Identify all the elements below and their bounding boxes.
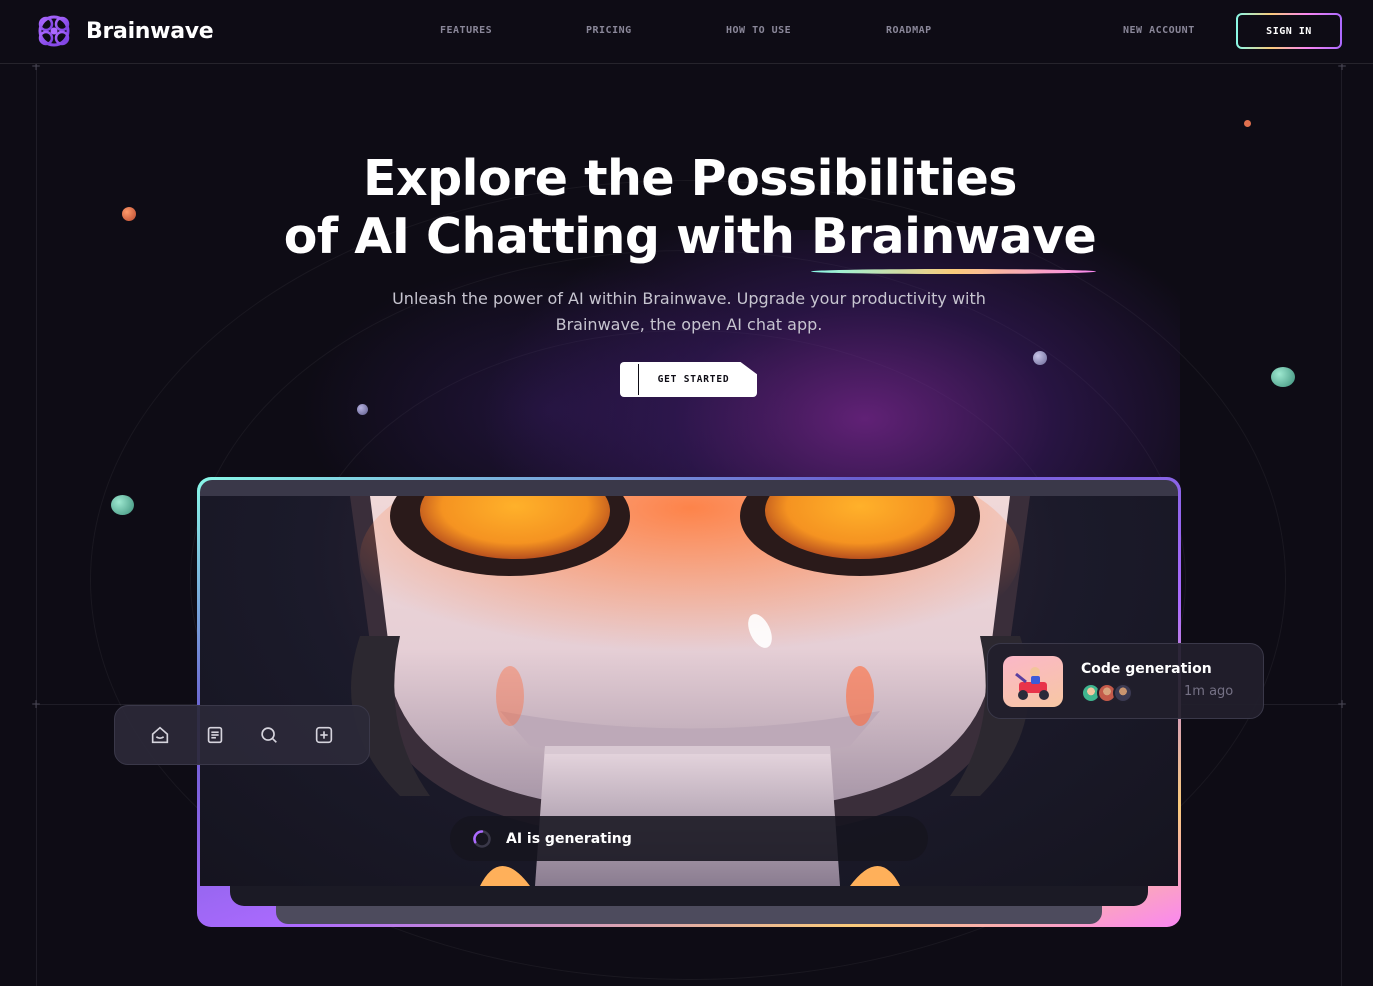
frame-plus-marker: +: [30, 697, 42, 711]
device-top-bar: [200, 480, 1178, 496]
hero-subtitle: Unleash the power of AI within Brainwave…: [300, 286, 1078, 338]
document-icon[interactable]: [204, 724, 226, 746]
top-navbar: Brainwave Features Pricing How to use Ro…: [0, 0, 1373, 64]
decorative-dot: [1033, 351, 1047, 365]
hero-title-highlight: Brainwave: [811, 208, 1097, 274]
frame-line-left: [36, 64, 37, 986]
kart-rider-icon: [1015, 667, 1049, 700]
code-generation-card[interactable]: Code generation 1m ago: [987, 643, 1264, 719]
hero-title-line1: Explore the Possibilities: [363, 150, 1017, 207]
get-started-button[interactable]: Get started: [620, 362, 757, 397]
nav-link-features[interactable]: Features: [440, 25, 492, 36]
frame-line-right: [1341, 64, 1342, 986]
nav-link-roadmap[interactable]: Roadmap: [886, 25, 932, 36]
nav-link-how-to-use[interactable]: How to use: [726, 25, 791, 36]
decorative-dot: [1271, 367, 1295, 387]
card-title: Code generation: [1081, 661, 1212, 677]
new-account-link[interactable]: New account: [1123, 25, 1195, 36]
get-started-label: Get started: [657, 374, 730, 385]
sign-in-button[interactable]: Sign in: [1236, 13, 1342, 49]
decorative-dot: [111, 495, 134, 515]
device-stand-lower: [276, 906, 1102, 924]
avatar: [1113, 683, 1133, 703]
highlight-underline: [811, 269, 1097, 274]
loading-spinner-icon: [473, 829, 491, 848]
card-timestamp: 1m ago: [1184, 684, 1234, 699]
search-icon[interactable]: [258, 724, 280, 746]
add-icon[interactable]: [313, 724, 335, 746]
device-stand-upper: [230, 886, 1148, 906]
collaborator-avatars: [1081, 683, 1133, 703]
hero-title: Explore the Possibilities of AI Chatting…: [190, 150, 1190, 274]
decorative-dot: [1244, 120, 1251, 127]
card-thumbnail: [1003, 656, 1063, 707]
decorative-dot: [357, 404, 368, 415]
hero-subtitle-line2: Brainwave, the open AI chat app.: [555, 315, 823, 334]
floating-toolbar: [114, 705, 370, 765]
home-icon[interactable]: [149, 724, 171, 746]
frame-plus-marker: +: [1336, 697, 1348, 711]
decorative-dot: [122, 207, 136, 221]
brainwave-logo-icon: [38, 15, 70, 47]
hero-title-line2: of AI Chatting with: [283, 208, 811, 265]
hero-subtitle-line1: Unleash the power of AI within Brainwave…: [392, 289, 986, 308]
brand-name: Brainwave: [86, 18, 214, 44]
ai-generating-text: AI is generating: [506, 830, 632, 847]
hero-title-highlight-text: Brainwave: [811, 208, 1097, 265]
brand-logo-link[interactable]: Brainwave: [34, 13, 214, 49]
nav-link-pricing[interactable]: Pricing: [586, 25, 632, 36]
ai-generating-status: AI is generating: [450, 816, 928, 861]
